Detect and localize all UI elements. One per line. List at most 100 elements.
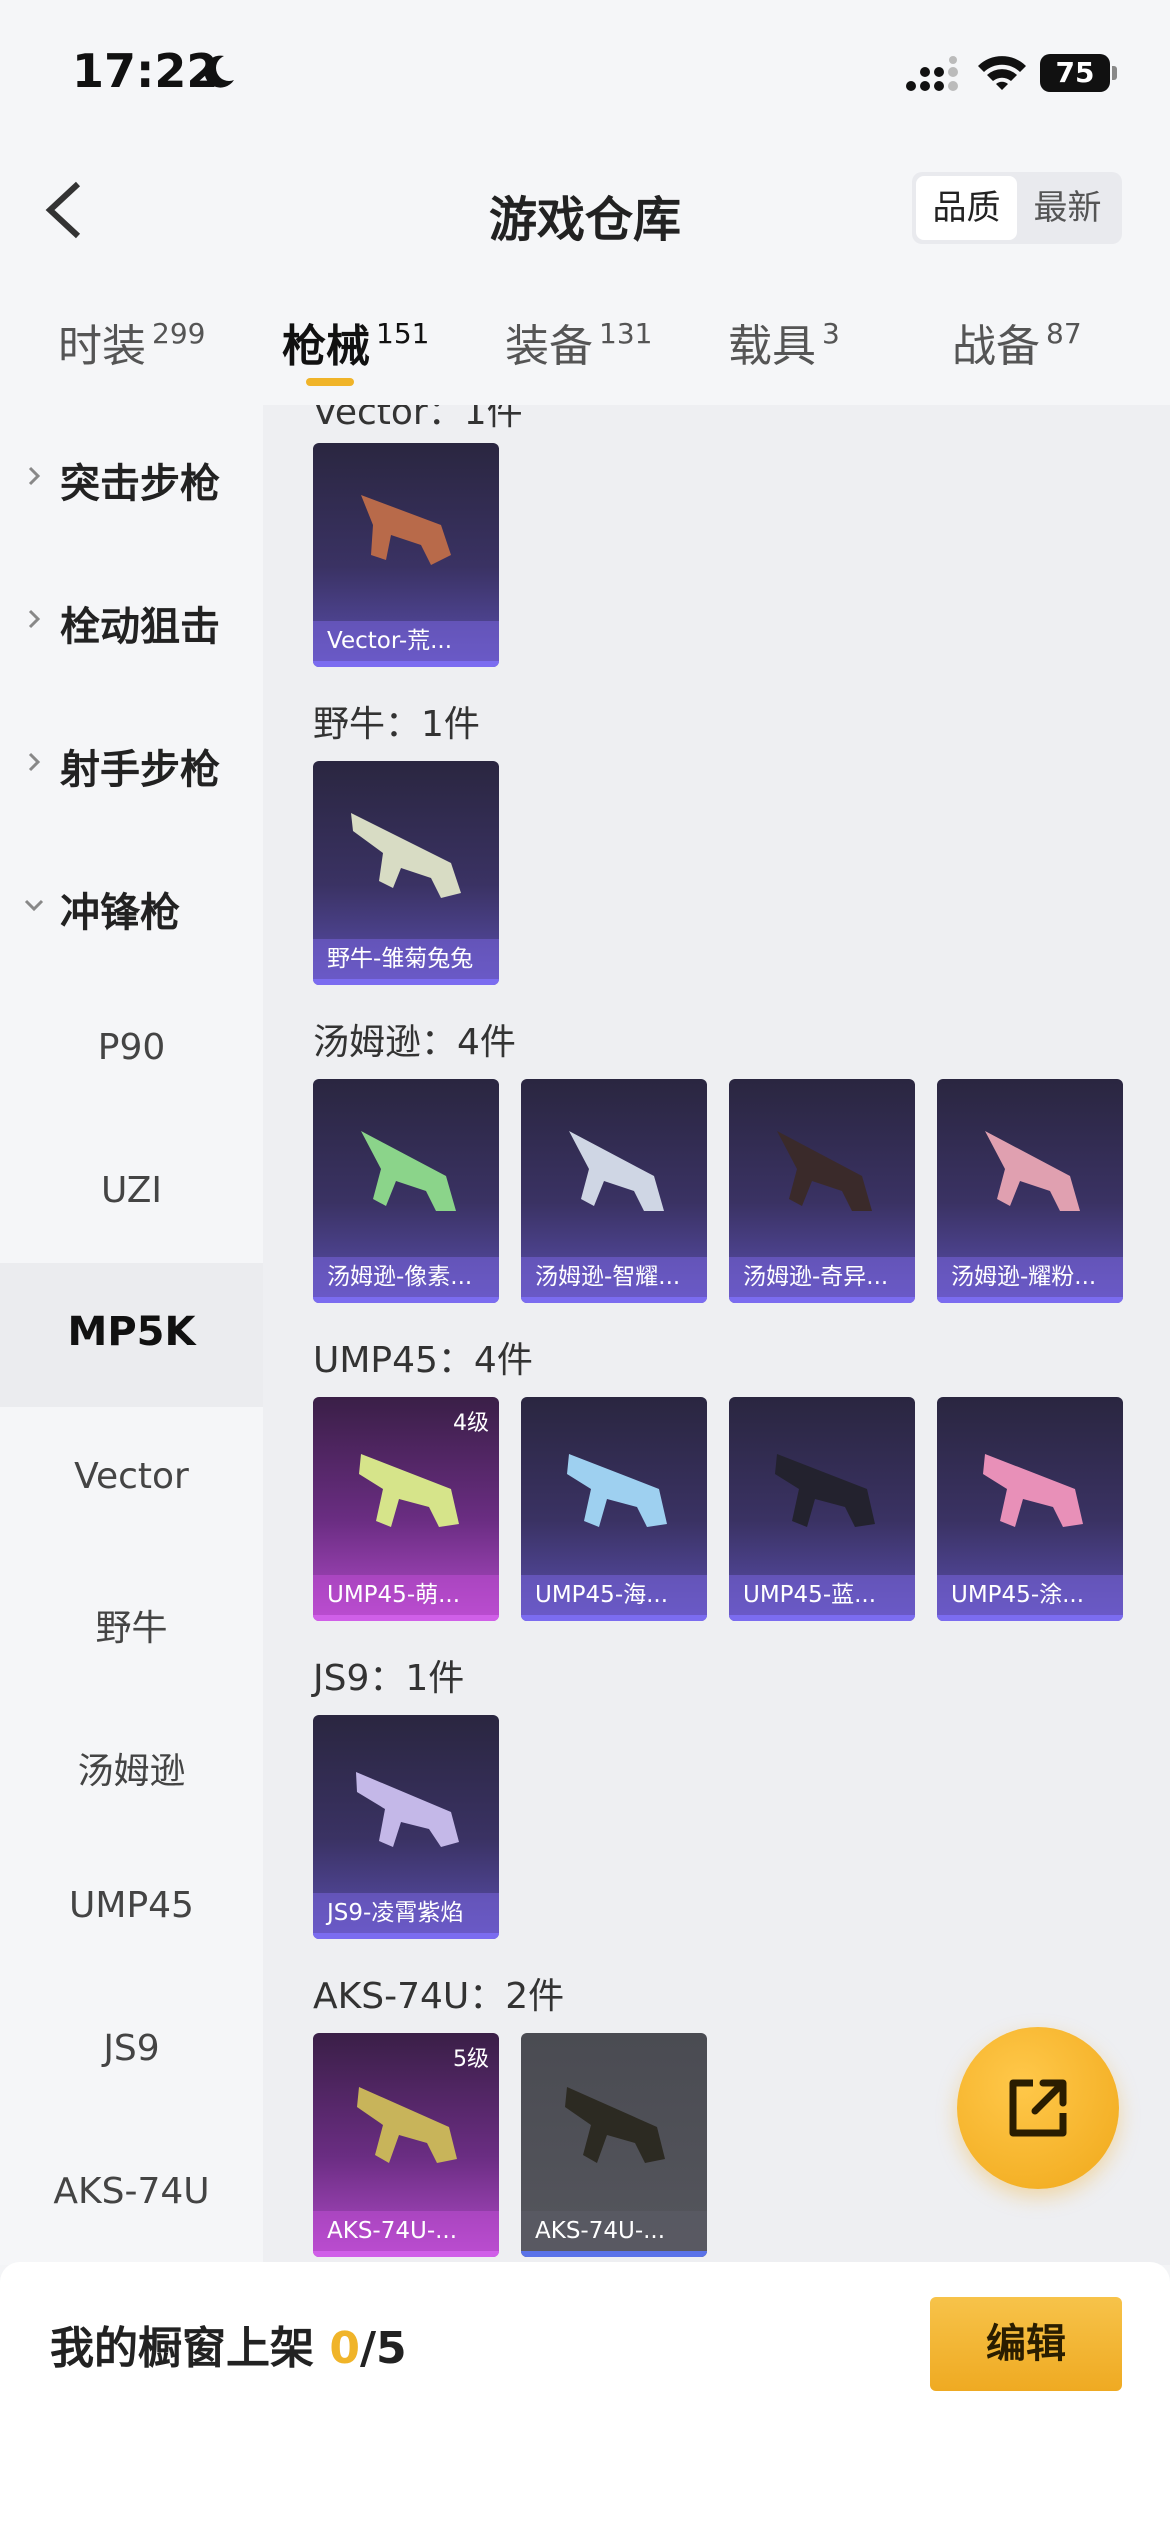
showcase-bar: 我的橱窗上架 0/5 编辑 (0, 2262, 1170, 2532)
showcase-label: 我的橱窗上架 (50, 2323, 330, 2374)
skin-card[interactable]: 汤姆逊-奇异... (729, 1079, 915, 1303)
skin-card[interactable]: 汤姆逊-智耀... (521, 1079, 707, 1303)
sidebar-category-label: 冲锋枪 (60, 890, 180, 936)
sidebar-item-assault-rifle[interactable]: 突击步枪 (0, 405, 263, 549)
skin-name: JS9-凌霄紫焰 (313, 1893, 499, 1939)
weapon-skin-image (359, 1454, 459, 1527)
section-title: AKS-74U：2件 (313, 1976, 565, 2017)
tab-battle-gear[interactable]: 战备 87 (952, 310, 1082, 374)
sort-toggle: 品质 最新 (912, 172, 1122, 244)
skin-name: 汤姆逊-耀粉... (937, 1257, 1123, 1303)
weapon-skin-image (361, 495, 451, 565)
section-title: Vector：1件 (313, 405, 523, 433)
sidebar-sub-vector[interactable]: Vector (0, 1406, 263, 1550)
sort-option-quality[interactable]: 品质 (916, 176, 1017, 240)
skin-name: AKS-74U-... (313, 2211, 499, 2257)
status-time: 17:22 (72, 44, 219, 98)
skin-card[interactable]: UMP45-蓝... (729, 1397, 915, 1621)
battery-icon: 75 (1040, 54, 1117, 92)
skin-name: UMP45-萌... (313, 1575, 499, 1621)
weapon-skin-image (351, 813, 461, 898)
weapon-type-sidebar: 突击步枪 栓动狙击 射手步枪 冲锋枪 P90 UZI MP5K Vector 野… (0, 405, 263, 2265)
sidebar-sub-p90[interactable]: P90 (0, 977, 263, 1121)
sidebar-sub-label: AKS-74U (53, 2171, 210, 2212)
tab-equipment[interactable]: 装备 131 (505, 310, 652, 374)
skin-card[interactable]: 野牛-雏菊兔兔 (313, 761, 499, 985)
tab-count: 87 (1046, 317, 1082, 350)
tab-label: 载具 (728, 321, 816, 372)
skin-card[interactable]: JS9-凌霄紫焰 (313, 1715, 499, 1939)
weapon-skin-image (565, 2087, 665, 2163)
sidebar-sub-label: MP5K (67, 1309, 196, 1355)
weapon-skin-image (357, 2087, 457, 2163)
showcase-current: 0 (329, 2323, 360, 2374)
skin-name: 汤姆逊-像素... (313, 1257, 499, 1303)
tab-vehicles[interactable]: 载具 3 (728, 310, 840, 374)
tab-label: 战备 (952, 321, 1040, 372)
tab-label: 枪械 (282, 321, 370, 372)
sort-option-newest[interactable]: 最新 (1017, 176, 1118, 240)
sidebar-sub-thompson[interactable]: 汤姆逊 (0, 1692, 263, 1836)
status-bar: 17:22 75 (0, 0, 1170, 150)
weapon-skin-image (777, 1131, 872, 1211)
tab-firearms[interactable]: 枪械 151 (282, 310, 429, 374)
section-title: UMP45：4件 (313, 1340, 533, 1381)
skin-card[interactable]: 汤姆逊-像素... (313, 1079, 499, 1303)
tab-label: 装备 (505, 321, 593, 372)
sidebar-sub-label: UMP45 (69, 1885, 194, 1926)
sidebar-category-label: 射手步枪 (60, 747, 220, 793)
sidebar-sub-label: 汤姆逊 (77, 1751, 186, 1792)
skin-card[interactable]: 4级 UMP45-萌... (313, 1397, 499, 1621)
edit-button[interactable]: 编辑 (930, 2297, 1122, 2391)
weapon-skin-list[interactable]: Vector：1件 Vector-荒... 野牛：1件 野牛-雏菊兔兔 汤姆逊：… (263, 405, 1170, 2265)
skin-card[interactable]: Vector-荒... (313, 443, 499, 667)
share-external-icon (1009, 2079, 1067, 2137)
tab-label: 时装 (58, 321, 146, 372)
sidebar-sub-aks74u[interactable]: AKS-74U (0, 2121, 263, 2265)
section-title: JS9：1件 (313, 1658, 465, 1699)
section-title: 汤姆逊：4件 (313, 1022, 516, 1063)
tab-count: 151 (376, 317, 430, 350)
skin-card[interactable]: 汤姆逊-耀粉... (937, 1079, 1123, 1303)
wifi-icon (978, 56, 1026, 90)
sidebar-item-marksman-rifle[interactable]: 射手步枪 (0, 691, 263, 835)
showcase-total: /5 (359, 2323, 407, 2374)
chevron-right-icon (28, 752, 41, 772)
skin-name: 野牛-雏菊兔兔 (313, 939, 499, 985)
sidebar-sub-label: 野牛 (95, 1608, 168, 1649)
category-tabs: 时装 299 枪械 151 装备 131 载具 3 战备 87 (0, 270, 1170, 405)
weapon-skin-image (356, 1772, 459, 1847)
skin-name: UMP45-蓝... (729, 1575, 915, 1621)
weapon-skin-image (567, 1454, 667, 1527)
sidebar-sub-label: Vector (74, 1456, 189, 1497)
sidebar-sub-label: P90 (97, 1027, 166, 1068)
sidebar-sub-mp5k[interactable]: MP5K (0, 1263, 263, 1407)
cellular-signal-icon (906, 56, 958, 91)
skin-card[interactable]: AKS-74U-... (521, 2033, 707, 2257)
sidebar-sub-js9[interactable]: JS9 (0, 1978, 263, 2122)
moon-icon (204, 55, 234, 88)
sidebar-item-bolt-sniper[interactable]: 栓动狙击 (0, 548, 263, 692)
header: 游戏仓库 品质 最新 (0, 150, 1170, 270)
skin-name: Vector-荒... (313, 621, 499, 667)
tab-fashion[interactable]: 时装 299 (58, 310, 205, 374)
tab-count: 299 (152, 317, 206, 350)
sidebar-item-smg[interactable]: 冲锋枪 (0, 834, 263, 978)
sidebar-sub-bizon[interactable]: 野牛 (0, 1549, 263, 1693)
skin-card[interactable]: UMP45-海... (521, 1397, 707, 1621)
skin-card[interactable]: UMP45-涂... (937, 1397, 1123, 1621)
skin-name: AKS-74U-... (521, 2211, 707, 2257)
share-button[interactable] (957, 2027, 1119, 2189)
chevron-right-icon (28, 466, 41, 486)
sidebar-category-label: 栓动狙击 (60, 604, 220, 650)
sidebar-sub-ump45[interactable]: UMP45 (0, 1835, 263, 1979)
sidebar-sub-label: UZI (101, 1170, 162, 1211)
sidebar-sub-uzi[interactable]: UZI (0, 1120, 263, 1264)
tab-count: 3 (822, 317, 840, 350)
skin-name: 汤姆逊-智耀... (521, 1257, 707, 1303)
skin-card[interactable]: 5级 AKS-74U-... (313, 2033, 499, 2257)
weapon-skin-image (775, 1454, 875, 1527)
section-title: 野牛：1件 (313, 704, 480, 745)
tab-count: 131 (599, 317, 653, 350)
weapon-skin-image (985, 1131, 1080, 1211)
